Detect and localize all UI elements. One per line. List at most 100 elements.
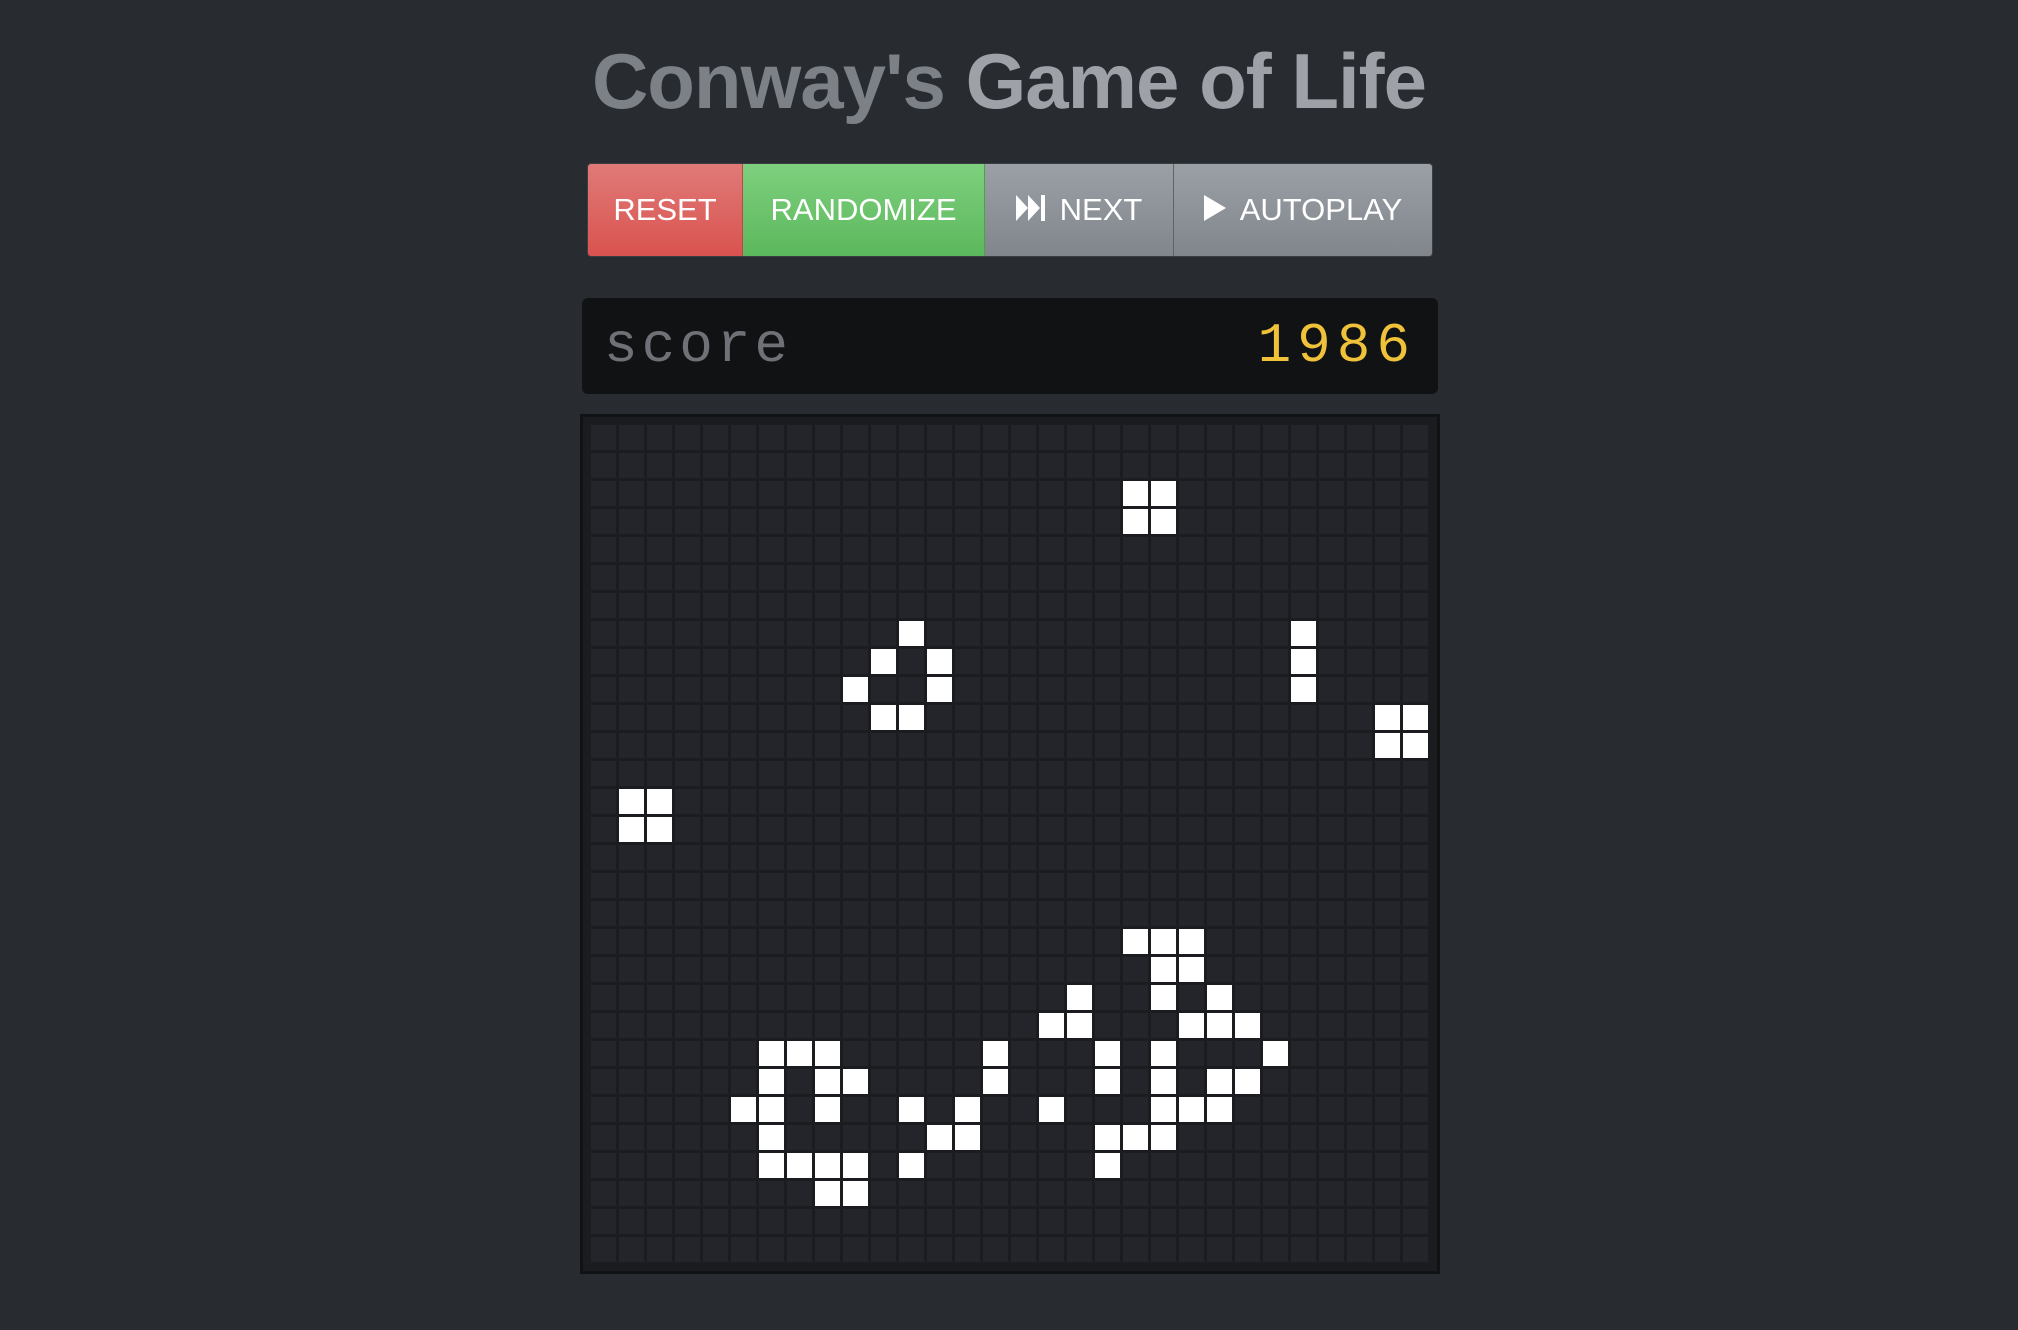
cell-alive[interactable] (1179, 929, 1204, 954)
cell-dead[interactable] (619, 537, 644, 562)
cell-alive[interactable] (1375, 733, 1400, 758)
cell-dead[interactable] (591, 985, 616, 1010)
cell-dead[interactable] (1039, 733, 1064, 758)
cell-dead[interactable] (1263, 481, 1288, 506)
cell-dead[interactable] (1151, 705, 1176, 730)
cell-dead[interactable] (1375, 677, 1400, 702)
cell-dead[interactable] (787, 789, 812, 814)
cell-dead[interactable] (871, 1237, 896, 1262)
cell-dead[interactable] (703, 789, 728, 814)
cell-dead[interactable] (955, 957, 980, 982)
cell-dead[interactable] (759, 761, 784, 786)
cell-dead[interactable] (871, 817, 896, 842)
cell-dead[interactable] (927, 425, 952, 450)
cell-dead[interactable] (1123, 1069, 1148, 1094)
cell-dead[interactable] (1151, 873, 1176, 898)
cell-alive[interactable] (731, 1097, 756, 1122)
cell-dead[interactable] (1291, 1209, 1316, 1234)
cell-alive[interactable] (899, 1097, 924, 1122)
cell-dead[interactable] (1291, 929, 1316, 954)
cell-dead[interactable] (1347, 901, 1372, 926)
cell-dead[interactable] (843, 789, 868, 814)
cell-dead[interactable] (1319, 733, 1344, 758)
cell-dead[interactable] (1067, 1069, 1092, 1094)
cell-dead[interactable] (647, 593, 672, 618)
cell-alive[interactable] (983, 1069, 1008, 1094)
cell-dead[interactable] (983, 705, 1008, 730)
cell-alive[interactable] (843, 1181, 868, 1206)
cell-dead[interactable] (871, 425, 896, 450)
cell-dead[interactable] (1375, 873, 1400, 898)
cell-dead[interactable] (1207, 761, 1232, 786)
cell-dead[interactable] (1095, 509, 1120, 534)
cell-dead[interactable] (815, 621, 840, 646)
cell-dead[interactable] (1291, 565, 1316, 590)
cell-dead[interactable] (591, 1153, 616, 1178)
cell-dead[interactable] (647, 957, 672, 982)
cell-dead[interactable] (1291, 1069, 1316, 1094)
cell-dead[interactable] (927, 1013, 952, 1038)
cell-dead[interactable] (1319, 481, 1344, 506)
cell-dead[interactable] (703, 453, 728, 478)
cell-dead[interactable] (1235, 481, 1260, 506)
cell-dead[interactable] (815, 509, 840, 534)
cell-dead[interactable] (787, 565, 812, 590)
cell-dead[interactable] (1067, 1181, 1092, 1206)
cell-dead[interactable] (1011, 425, 1036, 450)
cell-dead[interactable] (983, 677, 1008, 702)
cell-dead[interactable] (1039, 817, 1064, 842)
cell-dead[interactable] (815, 929, 840, 954)
cell-dead[interactable] (815, 1209, 840, 1234)
cell-dead[interactable] (927, 509, 952, 534)
cell-dead[interactable] (815, 453, 840, 478)
cell-dead[interactable] (1347, 929, 1372, 954)
cell-dead[interactable] (675, 817, 700, 842)
cell-dead[interactable] (1123, 733, 1148, 758)
cell-dead[interactable] (1151, 1209, 1176, 1234)
cell-dead[interactable] (815, 873, 840, 898)
cell-dead[interactable] (1235, 789, 1260, 814)
cell-dead[interactable] (759, 621, 784, 646)
cell-dead[interactable] (1179, 565, 1204, 590)
cell-dead[interactable] (675, 845, 700, 870)
cell-dead[interactable] (675, 705, 700, 730)
cell-dead[interactable] (955, 453, 980, 478)
cell-dead[interactable] (731, 453, 756, 478)
cell-alive[interactable] (1151, 1097, 1176, 1122)
cell-dead[interactable] (759, 537, 784, 562)
cell-dead[interactable] (1039, 705, 1064, 730)
cell-dead[interactable] (1403, 1041, 1428, 1066)
cell-dead[interactable] (731, 1013, 756, 1038)
cell-dead[interactable] (1263, 1209, 1288, 1234)
cell-dead[interactable] (1179, 649, 1204, 674)
cell-dead[interactable] (1403, 873, 1428, 898)
cell-dead[interactable] (955, 1013, 980, 1038)
cell-dead[interactable] (1263, 929, 1288, 954)
cell-dead[interactable] (1179, 1237, 1204, 1262)
cell-dead[interactable] (1123, 845, 1148, 870)
cell-alive[interactable] (1151, 957, 1176, 982)
cell-dead[interactable] (871, 957, 896, 982)
cell-dead[interactable] (1151, 1153, 1176, 1178)
cell-dead[interactable] (703, 1069, 728, 1094)
cell-dead[interactable] (1095, 789, 1120, 814)
cell-dead[interactable] (703, 1125, 728, 1150)
cell-dead[interactable] (843, 565, 868, 590)
cell-dead[interactable] (1095, 565, 1120, 590)
cell-dead[interactable] (731, 733, 756, 758)
cell-dead[interactable] (1263, 845, 1288, 870)
cell-dead[interactable] (1263, 1237, 1288, 1262)
cell-dead[interactable] (899, 1069, 924, 1094)
cell-dead[interactable] (1123, 1181, 1148, 1206)
cell-dead[interactable] (1235, 873, 1260, 898)
cell-dead[interactable] (1291, 733, 1316, 758)
cell-dead[interactable] (983, 873, 1008, 898)
cell-dead[interactable] (871, 481, 896, 506)
cell-dead[interactable] (1207, 649, 1232, 674)
cell-dead[interactable] (1095, 481, 1120, 506)
cell-dead[interactable] (1347, 845, 1372, 870)
cell-dead[interactable] (619, 621, 644, 646)
cell-dead[interactable] (1067, 957, 1092, 982)
cell-dead[interactable] (927, 537, 952, 562)
cell-dead[interactable] (1011, 621, 1036, 646)
